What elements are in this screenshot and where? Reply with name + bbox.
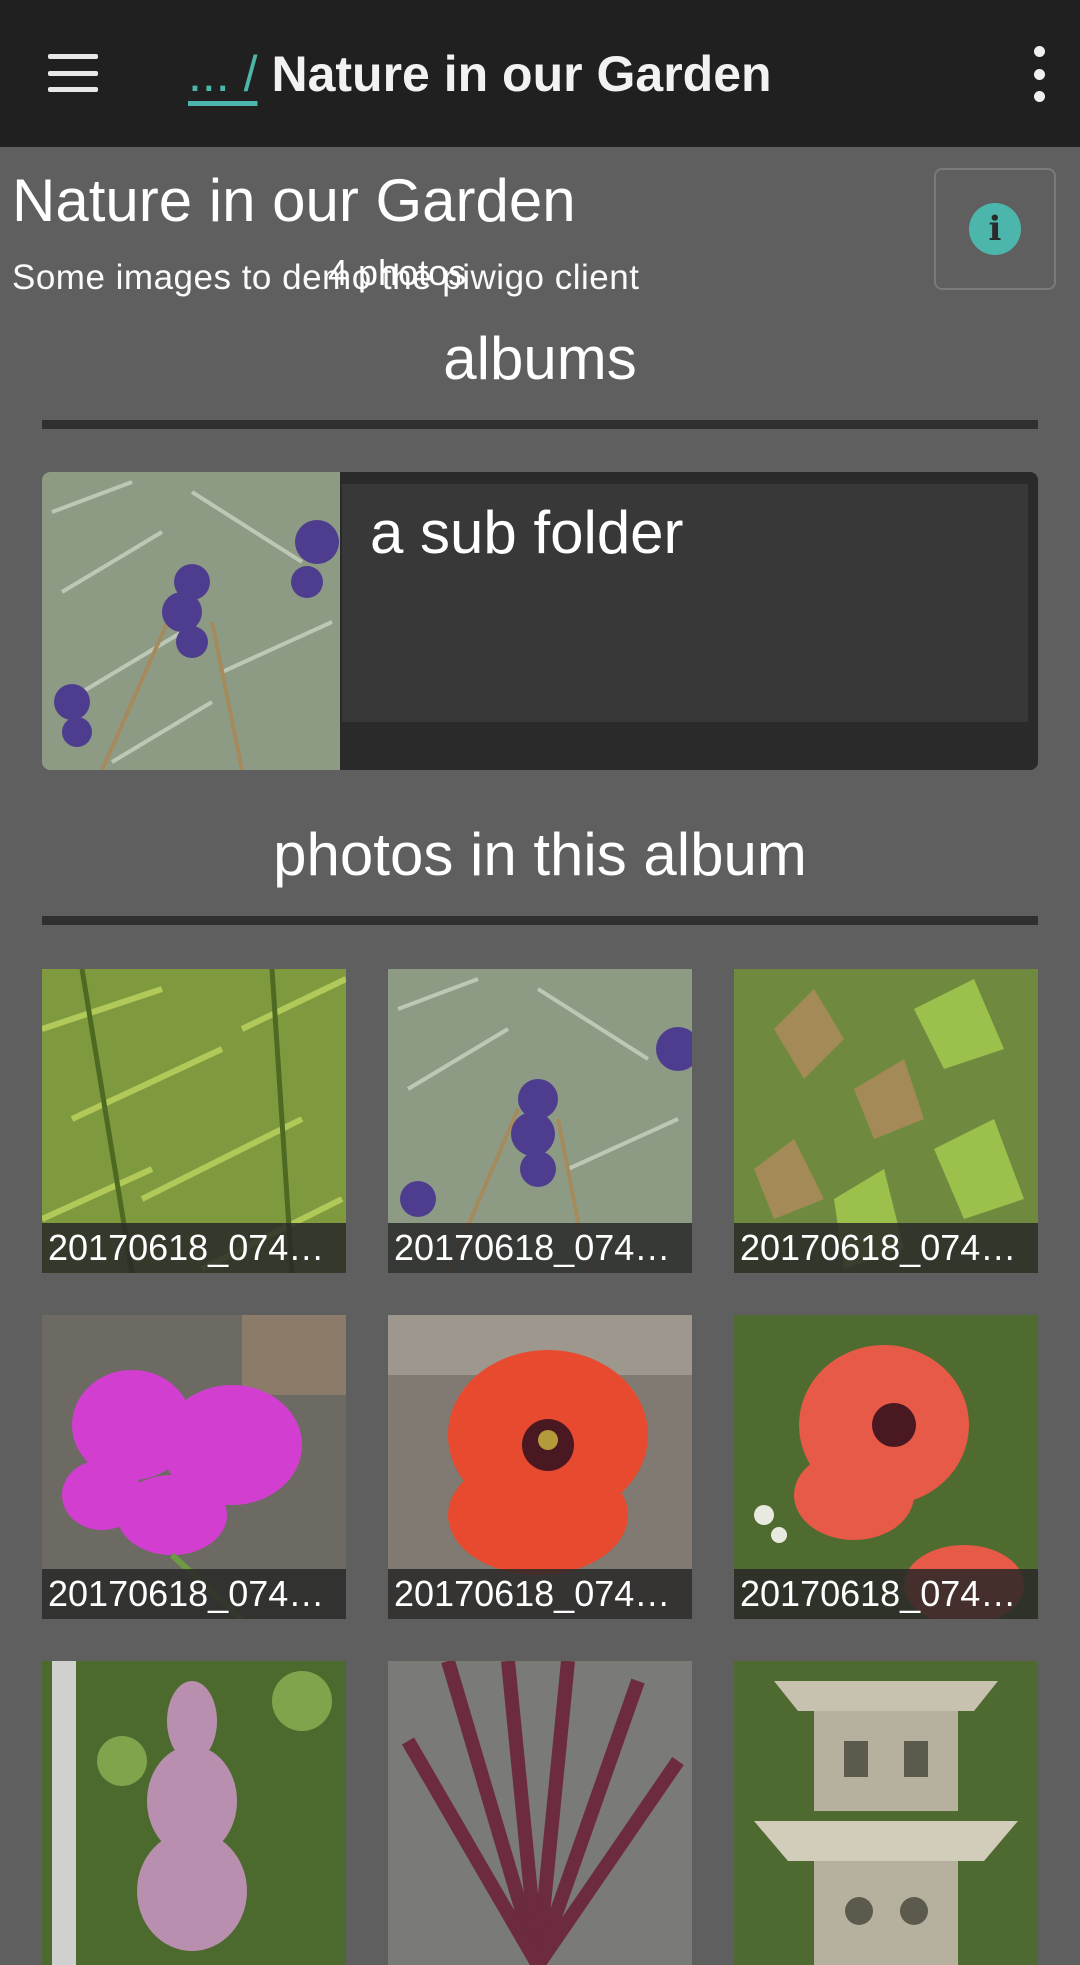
more-vert-icon[interactable]: [1024, 46, 1054, 102]
album-description: Some images to demo the piwigo client: [12, 258, 640, 297]
photo-caption: 20170618_074…: [734, 1223, 1038, 1273]
photo-tile-cordyline[interactable]: [388, 1661, 692, 1965]
photo-tile-foxglove[interactable]: [42, 1661, 346, 1965]
hamburger-menu-icon[interactable]: [48, 54, 98, 92]
info-icon: i: [969, 203, 1021, 255]
photo-tile-lavender[interactable]: 20170618_074…: [388, 969, 692, 1273]
photos-heading: photos in this album: [273, 821, 807, 888]
subalbum-name: a sub folder: [370, 499, 684, 566]
photo-caption: 20170618_074…: [388, 1223, 692, 1273]
photo-tile-poppy-garden[interactable]: 20170618_074…: [734, 1315, 1038, 1619]
subalbum-info: a sub folder: [342, 484, 1028, 722]
subalbum-thumbnail: [42, 472, 340, 770]
breadcrumb-current: Nature in our Garden: [271, 46, 772, 102]
breadcrumb: ... / Nature in our Garden: [188, 44, 772, 104]
app-bar: ... / Nature in our Garden: [0, 0, 1080, 147]
photo-tile-sweet-pea[interactable]: 20170618_074…: [42, 1315, 346, 1619]
subalbum-card[interactable]: a sub folder: [42, 472, 1038, 770]
breadcrumb-parent-link[interactable]: ... /: [188, 45, 257, 103]
subalbum-photo-count: 4 photos: [328, 252, 467, 293]
album-title: Nature in our Garden: [12, 167, 576, 234]
photo-tile-maple[interactable]: 20170618_074…: [734, 969, 1038, 1273]
photo-caption: 20170618_074…: [42, 1569, 346, 1619]
photo-tile-poppy[interactable]: 20170618_074…: [388, 1315, 692, 1619]
albums-divider: [42, 420, 1038, 429]
photos-divider: [42, 916, 1038, 925]
albums-heading: albums: [443, 325, 637, 392]
photo-tile-bamboo[interactable]: 20170618_074…: [42, 969, 346, 1273]
photo-caption: 20170618_074…: [388, 1569, 692, 1619]
photo-tile-stone-lantern[interactable]: [734, 1661, 1038, 1965]
photo-caption: 20170618_074…: [42, 1223, 346, 1273]
album-info-button[interactable]: i: [934, 168, 1056, 290]
photo-caption: 20170618_074…: [734, 1569, 1038, 1619]
